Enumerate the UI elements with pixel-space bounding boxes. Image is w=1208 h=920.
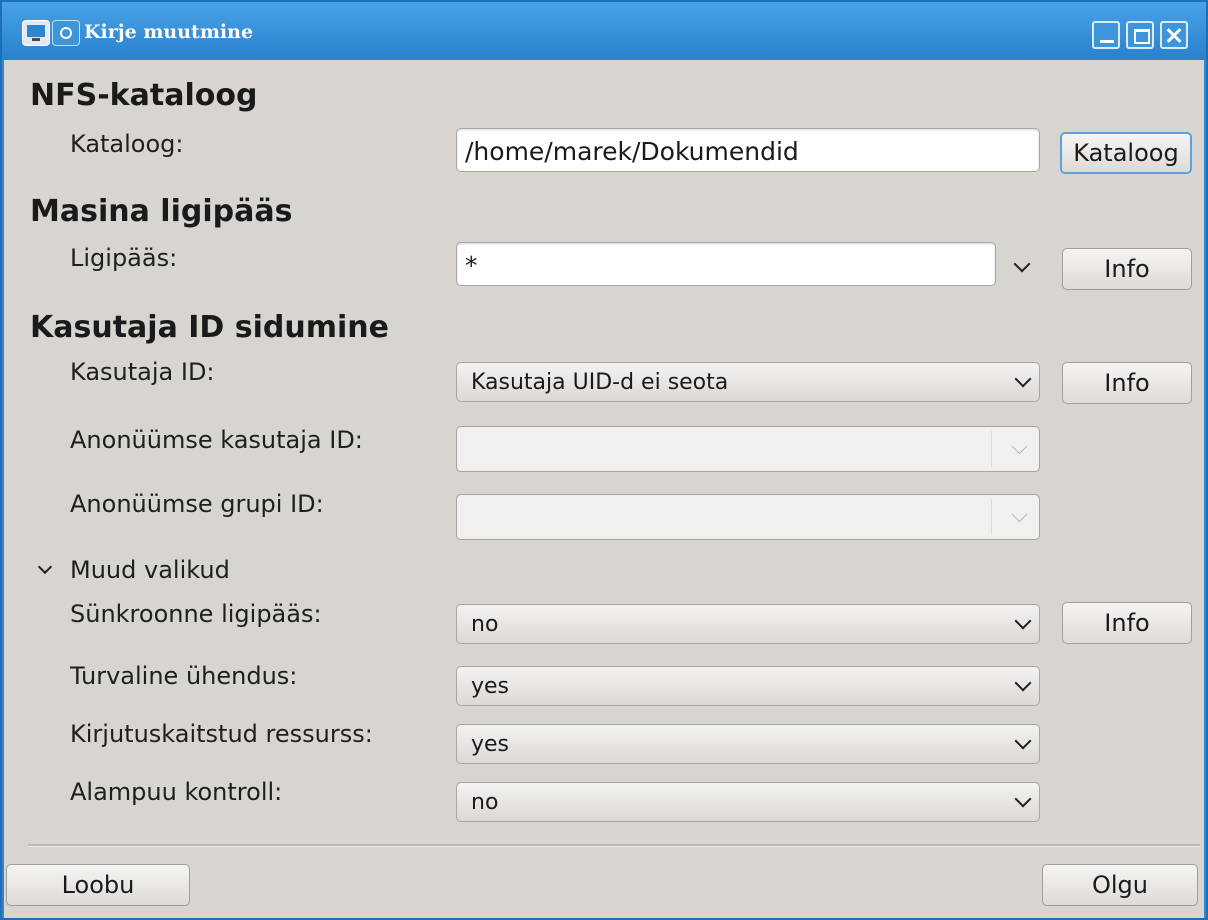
user-id-value: Kasutaja UID-d ei seota bbox=[471, 370, 729, 395]
footer-divider bbox=[28, 844, 1200, 847]
chevron-down-icon bbox=[1014, 674, 1032, 692]
subtree-label: Alampuu kontroll: bbox=[70, 778, 283, 806]
user-id-select[interactable]: Kasutaja UID-d ei seota bbox=[456, 362, 1040, 402]
ok-button[interactable]: Olgu bbox=[1042, 864, 1198, 906]
chevron-down-icon bbox=[1014, 790, 1032, 808]
directory-label: Kataloog: bbox=[70, 130, 184, 158]
dialog-window: Kirje muutmine NFS-kataloog Kataloog: /h… bbox=[0, 0, 1208, 920]
sync-value: no bbox=[471, 612, 499, 637]
readonly-label: Kirjutuskaitstud ressurss: bbox=[70, 720, 373, 748]
other-options-label: Muud valikud bbox=[70, 556, 230, 584]
access-label: Ligipääs: bbox=[70, 244, 178, 272]
section-host-access: Masina ligipääs bbox=[30, 194, 293, 229]
chevron-down-icon bbox=[1011, 506, 1028, 523]
cancel-button[interactable]: Loobu bbox=[6, 864, 190, 906]
dialog-content: NFS-kataloog Kataloog: /home/marek/Dokum… bbox=[4, 60, 1204, 918]
access-info-button[interactable]: Info bbox=[1062, 248, 1192, 290]
close-button[interactable] bbox=[1160, 21, 1188, 49]
subtree-value: no bbox=[471, 790, 499, 815]
anon-uid-select bbox=[456, 426, 1040, 472]
secure-label: Turvaline ühendus: bbox=[70, 662, 298, 690]
chevron-down-icon bbox=[1014, 612, 1032, 630]
user-id-label: Kasutaja ID: bbox=[70, 358, 215, 386]
anon-uid-label: Anonüümse kasutaja ID: bbox=[70, 426, 363, 454]
access-input[interactable]: * bbox=[456, 242, 996, 286]
sync-info-button[interactable]: Info bbox=[1062, 602, 1192, 644]
chevron-down-icon bbox=[1014, 370, 1032, 388]
sync-label: Sünkroonne ligipääs: bbox=[70, 600, 322, 628]
readonly-select[interactable]: yes bbox=[456, 724, 1040, 764]
readonly-value: yes bbox=[471, 732, 510, 757]
chevron-down-icon bbox=[37, 559, 53, 575]
secure-value: yes bbox=[471, 674, 510, 699]
maximize-button[interactable] bbox=[1126, 21, 1154, 49]
directory-input[interactable]: /home/marek/Dokumendid bbox=[456, 128, 1040, 172]
sync-select[interactable]: no bbox=[456, 604, 1040, 644]
anon-gid-label: Anonüümse grupi ID: bbox=[70, 490, 324, 518]
minimize-button[interactable] bbox=[1092, 21, 1120, 49]
anon-gid-select bbox=[456, 494, 1040, 540]
access-dropdown-chevron-icon[interactable] bbox=[1013, 255, 1031, 273]
directory-value: /home/marek/Dokumendid bbox=[465, 137, 799, 166]
section-nfs-directory: NFS-kataloog bbox=[30, 78, 258, 113]
section-user-id-mapping: Kasutaja ID sidumine bbox=[30, 310, 389, 345]
pin-icon[interactable] bbox=[52, 20, 80, 46]
chevron-down-icon bbox=[1014, 732, 1032, 750]
window-title: Kirje muutmine bbox=[84, 21, 254, 43]
browse-directory-button[interactable]: Kataloog bbox=[1060, 132, 1192, 174]
computer-icon[interactable] bbox=[22, 20, 50, 46]
chevron-down-icon bbox=[1011, 438, 1028, 455]
subtree-select[interactable]: no bbox=[456, 782, 1040, 822]
user-id-info-button[interactable]: Info bbox=[1062, 362, 1192, 404]
title-bar[interactable]: Kirje muutmine bbox=[2, 2, 1206, 60]
other-options-expander[interactable]: Muud valikud bbox=[34, 556, 264, 586]
secure-select[interactable]: yes bbox=[456, 666, 1040, 706]
access-value: * bbox=[465, 251, 478, 280]
